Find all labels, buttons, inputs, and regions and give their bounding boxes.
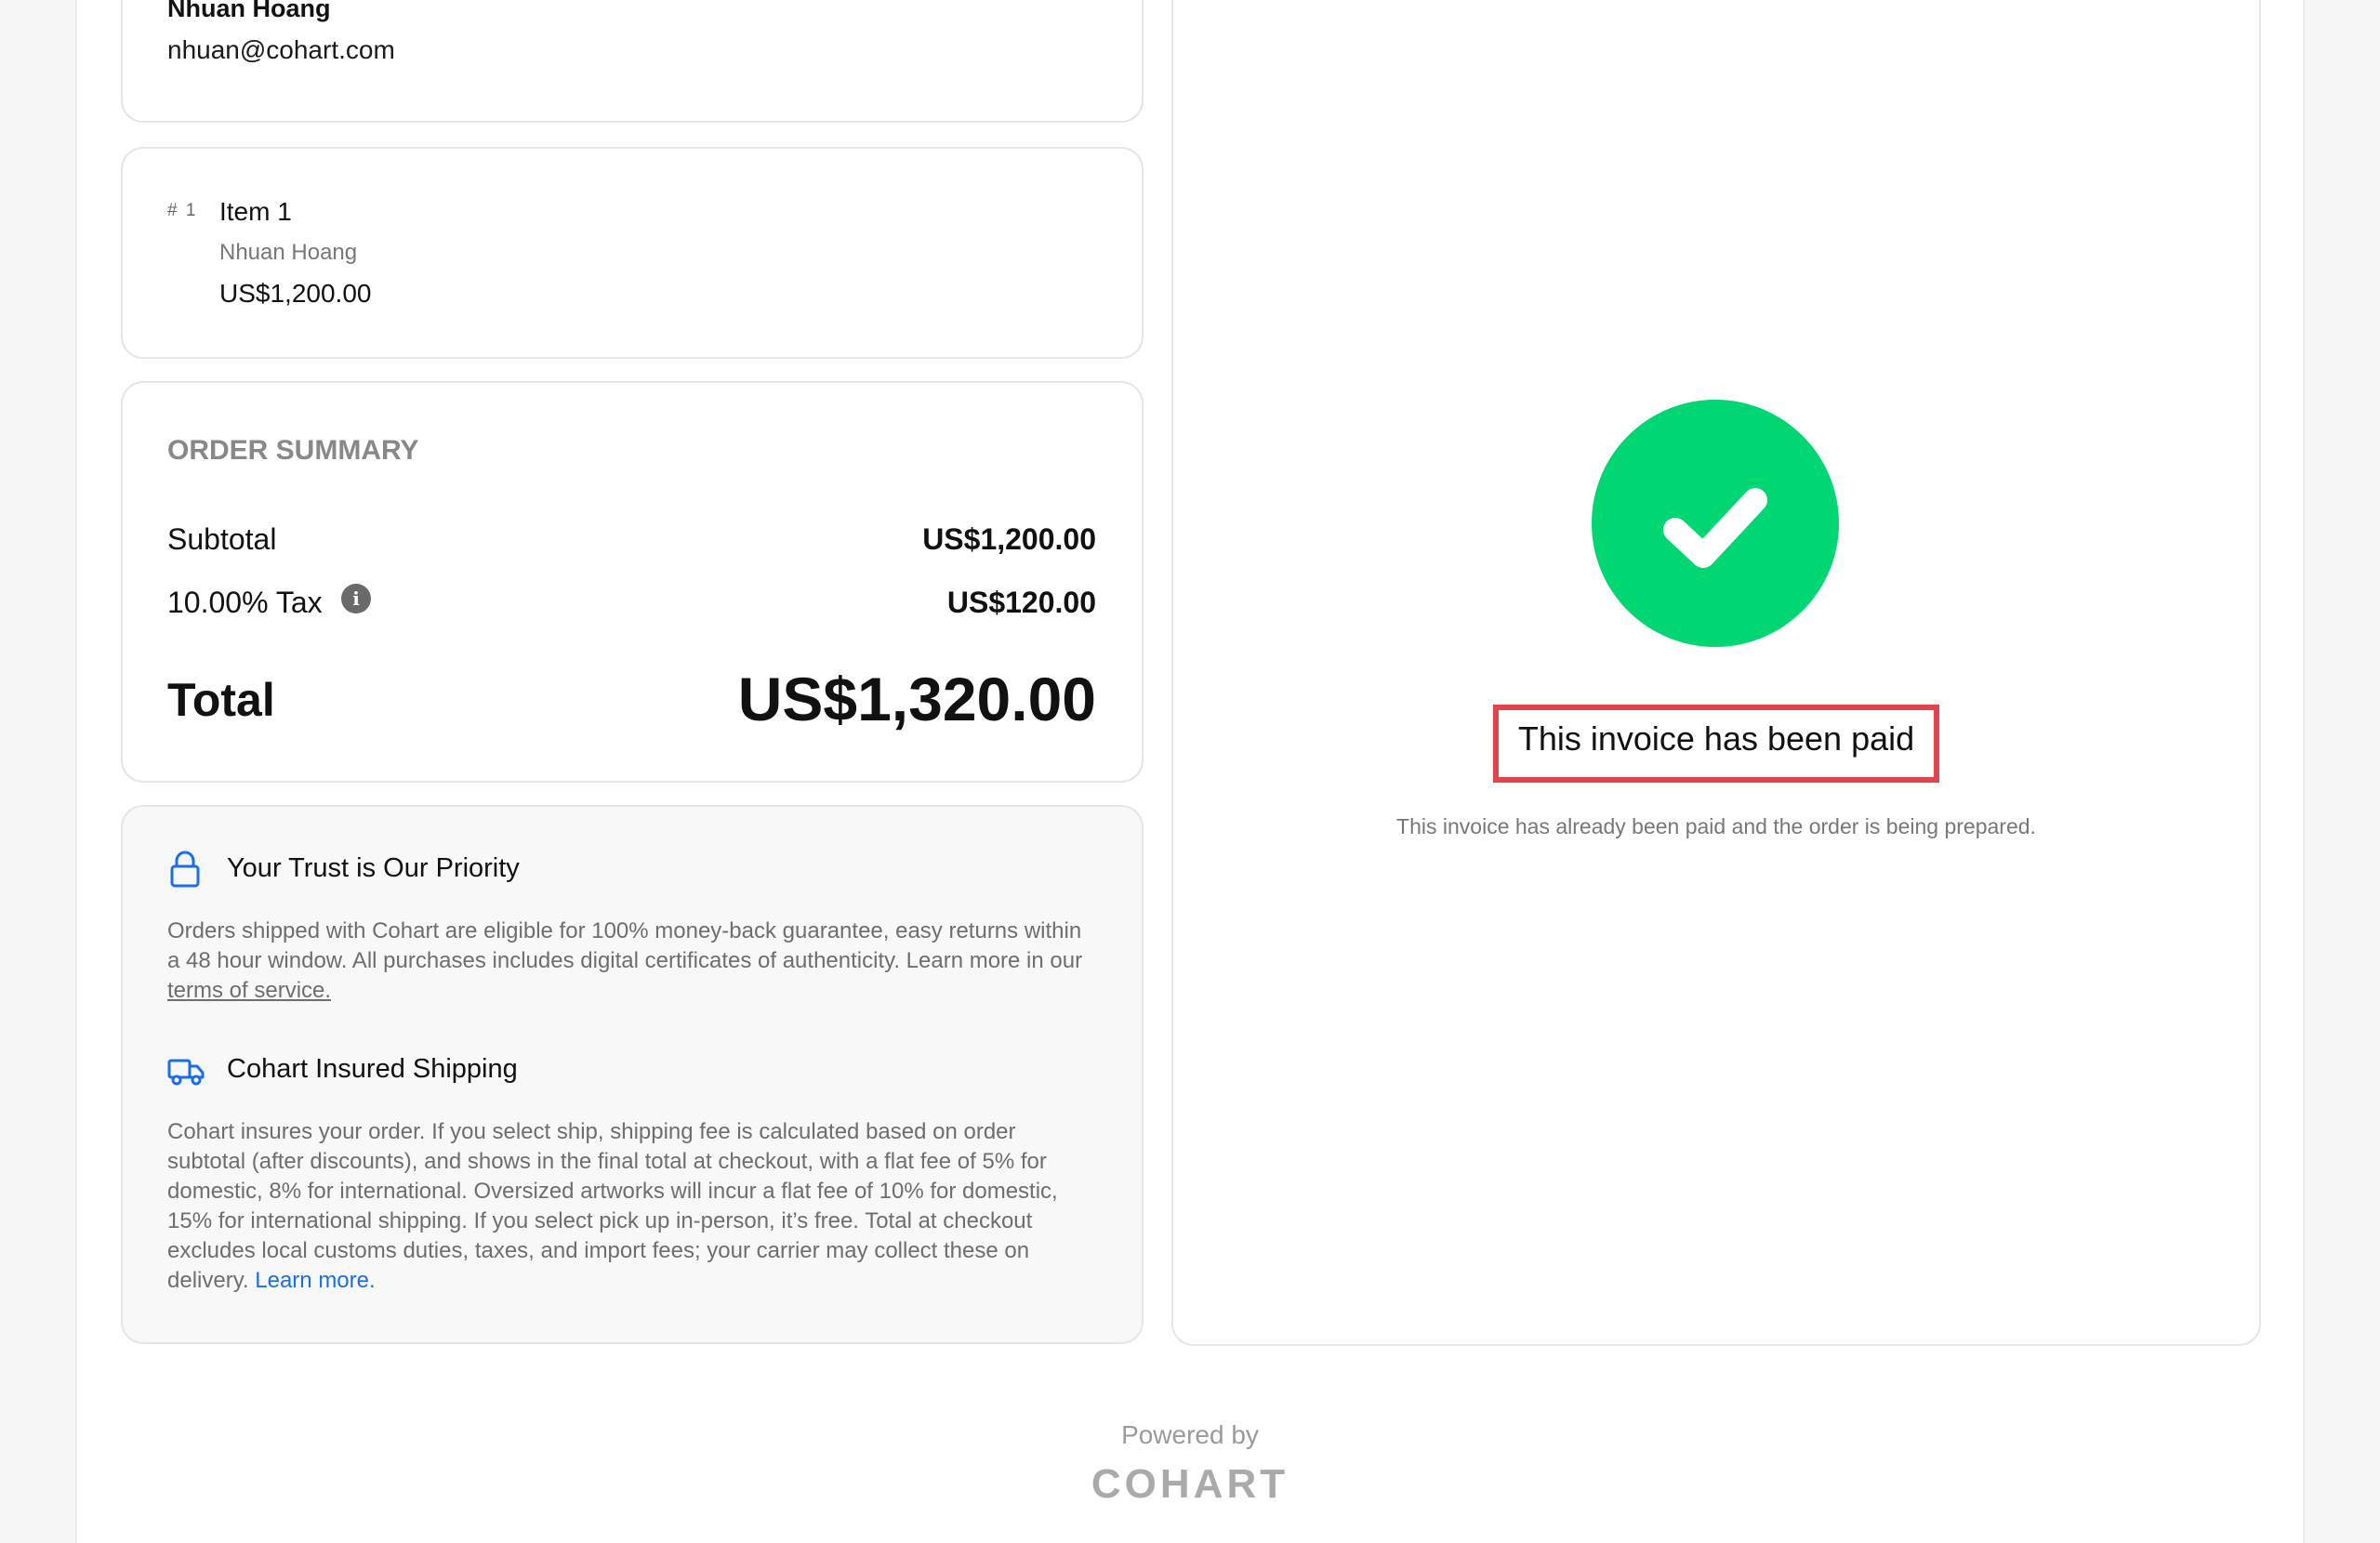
powered-by-label: Powered by: [1121, 1420, 1259, 1449]
invoice-status-panel: [1171, 0, 2261, 1346]
subtotal-value: US$1,200.00: [922, 522, 1096, 556]
status-description: This invoice has already been paid and t…: [1396, 814, 2036, 838]
terms-of-service-link[interactable]: terms of service.: [167, 978, 331, 1003]
customer-email: nhuan@cohart.com: [167, 35, 395, 64]
total-label: Total: [167, 674, 275, 726]
subtotal-label: Subtotal: [167, 522, 277, 556]
learn-more-link[interactable]: Learn more.: [255, 1268, 375, 1293]
order-summary-heading: ORDER SUMMARY: [167, 435, 419, 466]
truck-icon: [167, 1059, 205, 1086]
trust-title: Your Trust is Our Priority: [227, 853, 520, 883]
trust-body: Orders shipped with Cohart are eligible …: [167, 917, 1097, 1006]
info-icon[interactable]: i: [341, 584, 371, 613]
lock-icon: [170, 851, 200, 888]
shipping-body: Cohart insures your order. If you select…: [167, 1117, 1097, 1296]
cohart-logo[interactable]: COHART: [0, 1461, 2380, 1508]
item-title: Item 1: [219, 197, 292, 226]
checkmark-icon: [1663, 488, 1767, 568]
trust-body-text: Orders shipped with Cohart are eligible …: [167, 918, 1083, 973]
item-price: US$1,200.00: [219, 279, 372, 308]
customer-name: Nhuan Hoang: [167, 0, 331, 22]
item-index: # 1: [167, 201, 198, 220]
total-value: US$1,320.00: [737, 665, 1096, 733]
status-title: This invoice has been paid: [1517, 719, 1915, 758]
item-artist: Nhuan Hoang: [219, 240, 358, 265]
shipping-body-text: Cohart insures your order. If you select…: [167, 1119, 1058, 1293]
shipping-title: Cohart Insured Shipping: [227, 1054, 518, 1084]
tax-value: US$120.00: [946, 586, 1096, 619]
tax-label: 10.00% Tax: [167, 586, 323, 619]
success-circle: [1592, 400, 1839, 647]
